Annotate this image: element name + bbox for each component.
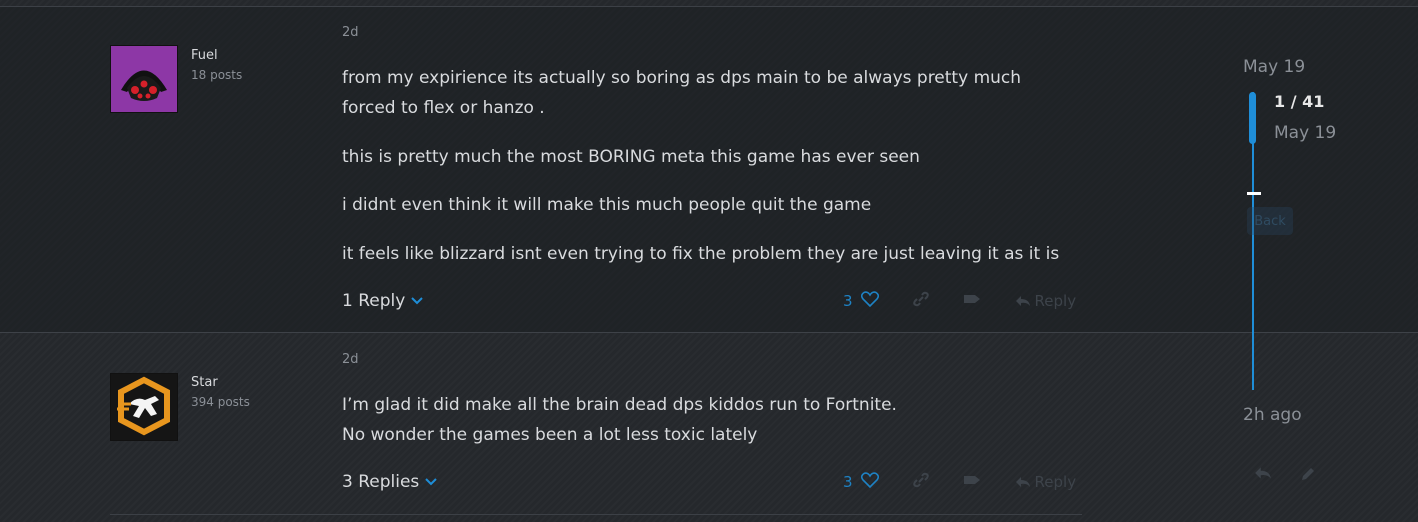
chevron-down-icon	[411, 294, 424, 309]
link-icon[interactable]	[912, 291, 929, 311]
flag-icon[interactable]	[963, 473, 981, 491]
replies-label: 3 Replies	[342, 472, 420, 492]
reply-label: Reply	[1034, 473, 1077, 491]
timeline-position-date: May 19	[1274, 123, 1337, 143]
avatar[interactable]	[110, 373, 178, 441]
replies-label: 1 Reply	[342, 291, 406, 311]
timeline-end-date[interactable]: 2h ago	[1243, 405, 1302, 425]
replies-toggle-button[interactable]: 3 Replies	[342, 472, 437, 492]
username[interactable]: Fuel	[191, 48, 218, 63]
like-count[interactable]: 3	[843, 292, 853, 310]
timeline-start-date[interactable]: May 19	[1243, 57, 1305, 77]
flag-icon[interactable]	[963, 292, 981, 310]
post-paragraph: this is pretty much the most BORING meta…	[342, 147, 920, 167]
post-paragraph: i didnt even think it will make this muc…	[342, 195, 872, 215]
reply-label: Reply	[1034, 292, 1077, 310]
post-paragraph: I’m glad it did make all the brain dead …	[342, 395, 897, 415]
post-count: 18 posts	[191, 68, 243, 82]
post-date[interactable]: 2d	[342, 352, 359, 367]
heart-icon[interactable]	[860, 291, 879, 311]
reply-button[interactable]: Reply	[1015, 473, 1077, 491]
timeline-handle[interactable]	[1249, 92, 1256, 144]
widowmaker-avatar-icon	[121, 70, 167, 101]
username[interactable]: Star	[191, 375, 218, 390]
like-count[interactable]: 3	[843, 473, 853, 491]
post-actions: 3 Reply	[843, 291, 1076, 311]
reply-icon	[1015, 296, 1030, 306]
edit-icon[interactable]	[1300, 466, 1316, 486]
link-icon[interactable]	[912, 472, 929, 492]
reply-icon[interactable]	[1254, 466, 1272, 484]
replies-toggle-button[interactable]: 1 Reply	[342, 291, 424, 311]
tracer-avatar-icon	[117, 376, 170, 436]
post-count: 394 posts	[191, 395, 250, 409]
post-paragraph: No wonder the games been a lot less toxi…	[342, 425, 758, 445]
reply-button[interactable]: Reply	[1015, 292, 1077, 310]
post-actions: 3 Reply	[843, 472, 1076, 492]
chevron-down-icon	[425, 475, 437, 490]
timeline-last-read-marker	[1247, 192, 1261, 195]
heart-icon[interactable]	[860, 472, 879, 492]
timeline-back-button[interactable]: Back	[1247, 207, 1293, 235]
post-date[interactable]: 2d	[342, 25, 359, 40]
timeline-position: 1 / 41	[1274, 92, 1325, 111]
reply-icon	[1015, 477, 1030, 487]
post-paragraph: it feels like blizzard isnt even trying …	[342, 244, 1060, 264]
post-paragraph: from my expirience its actually so borin…	[342, 68, 1022, 118]
avatar[interactable]	[110, 45, 178, 113]
bottom-divider	[110, 514, 1082, 515]
